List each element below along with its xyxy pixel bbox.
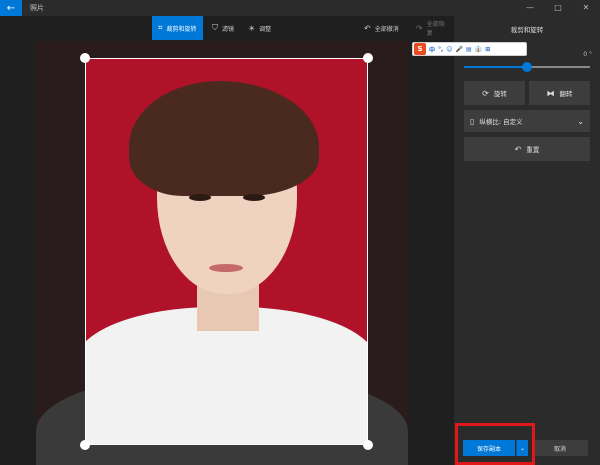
punctuation-icon[interactable]: °, (438, 46, 443, 53)
crop-handle-bottom-right[interactable] (363, 440, 373, 450)
microphone-icon[interactable]: 🎤 (456, 46, 463, 53)
chevron-down-icon: ⌄ (577, 116, 584, 126)
edit-toolbar: ⌗ 裁剪和旋转 ⛉ 滤镜 ☀ 调整 ↶ 全部撤消 ↷ 全部恢复 (0, 16, 454, 40)
undo-all-button[interactable]: ↶ 全部撤消 (358, 16, 405, 40)
undo-icon: ↶ (364, 23, 371, 33)
undo-all-label: 全部撤消 (374, 25, 399, 33)
tab-filter-label: 滤镜 (222, 25, 235, 33)
reset-label: 重置 (526, 146, 540, 154)
reset-button[interactable]: ↶ 重置 (464, 137, 590, 161)
angle-readout: 0 ° (583, 51, 592, 58)
rotate-label: 旋转 (493, 90, 507, 98)
title-bar: ← 照片 — □ ✕ (0, 0, 600, 16)
app-title: 照片 (30, 4, 44, 12)
keyboard-icon[interactable]: ▤ (466, 46, 472, 53)
skin-icon[interactable]: 👔 (475, 46, 482, 53)
tab-adjust-label: 调整 (259, 25, 272, 33)
tab-crop-rotate-label: 裁剪和旋转 (166, 25, 197, 33)
window-controls: — □ ✕ (516, 0, 600, 16)
emoji-icon[interactable]: ☺ (446, 46, 452, 53)
crop-handle-bottom-left[interactable] (80, 440, 90, 450)
crop-icon: ⌗ (158, 23, 163, 32)
crop-handle-top-right[interactable] (363, 53, 373, 63)
redo-all-button[interactable]: ↷ 全部恢复 (410, 16, 454, 40)
flip-button[interactable]: ⧓ 翻转 (529, 81, 590, 105)
tab-filter[interactable]: ⛉ 滤镜 (206, 16, 240, 40)
crop-frame[interactable] (85, 58, 368, 445)
sogou-logo-icon[interactable]: S (414, 43, 426, 55)
panel-title: 裁剪和旋转 (510, 26, 544, 34)
close-button[interactable]: ✕ (572, 0, 600, 16)
slider-thumb[interactable] (522, 62, 532, 72)
crop-handle-top-left[interactable] (80, 53, 90, 63)
arrow-left-icon: ← (6, 2, 16, 14)
minimize-button[interactable]: — (516, 0, 544, 16)
flip-label: 翻转 (559, 90, 573, 98)
aspect-ratio-dropdown[interactable]: ▯ 纵横比: 自定义 ⌄ (464, 110, 590, 132)
aspect-ratio-icon: ▯ (470, 116, 475, 126)
maximize-button[interactable]: □ (544, 0, 572, 16)
rotate-button[interactable]: ⟳ 旋转 (464, 81, 525, 105)
redo-all-label: 全部恢复 (426, 21, 445, 37)
toolbox-icon[interactable]: ⊞ (485, 46, 490, 53)
reset-icon: ↶ (514, 144, 522, 154)
crop-rotate-panel: 裁剪和旋转 0 ° ⟳ 旋转 ⧓ 翻转 ▯ 纵横比: 自定义 ⌄ ↶ 重置 (454, 16, 600, 465)
flip-icon: ⧓ (546, 88, 555, 98)
ime-mode-toggle[interactable]: 中 (429, 45, 435, 54)
filter-icon: ⛉ (212, 23, 218, 32)
sun-icon: ☀ (248, 23, 256, 33)
redo-icon: ↷ (416, 23, 423, 33)
aspect-ratio-label: 纵横比: 自定义 (479, 118, 523, 126)
cancel-button[interactable]: 取消 (532, 440, 588, 456)
highlight-box (455, 423, 535, 465)
straighten-slider[interactable] (464, 62, 590, 72)
rotate-icon: ⟳ (482, 88, 489, 98)
tab-crop-rotate[interactable]: ⌗ 裁剪和旋转 (152, 16, 203, 40)
tab-adjust[interactable]: ☀ 调整 (242, 16, 277, 40)
back-button[interactable]: ← (0, 0, 22, 16)
ime-toolbar: S 中 °, ☺ 🎤 ▤ 👔 ⊞ (412, 42, 527, 56)
